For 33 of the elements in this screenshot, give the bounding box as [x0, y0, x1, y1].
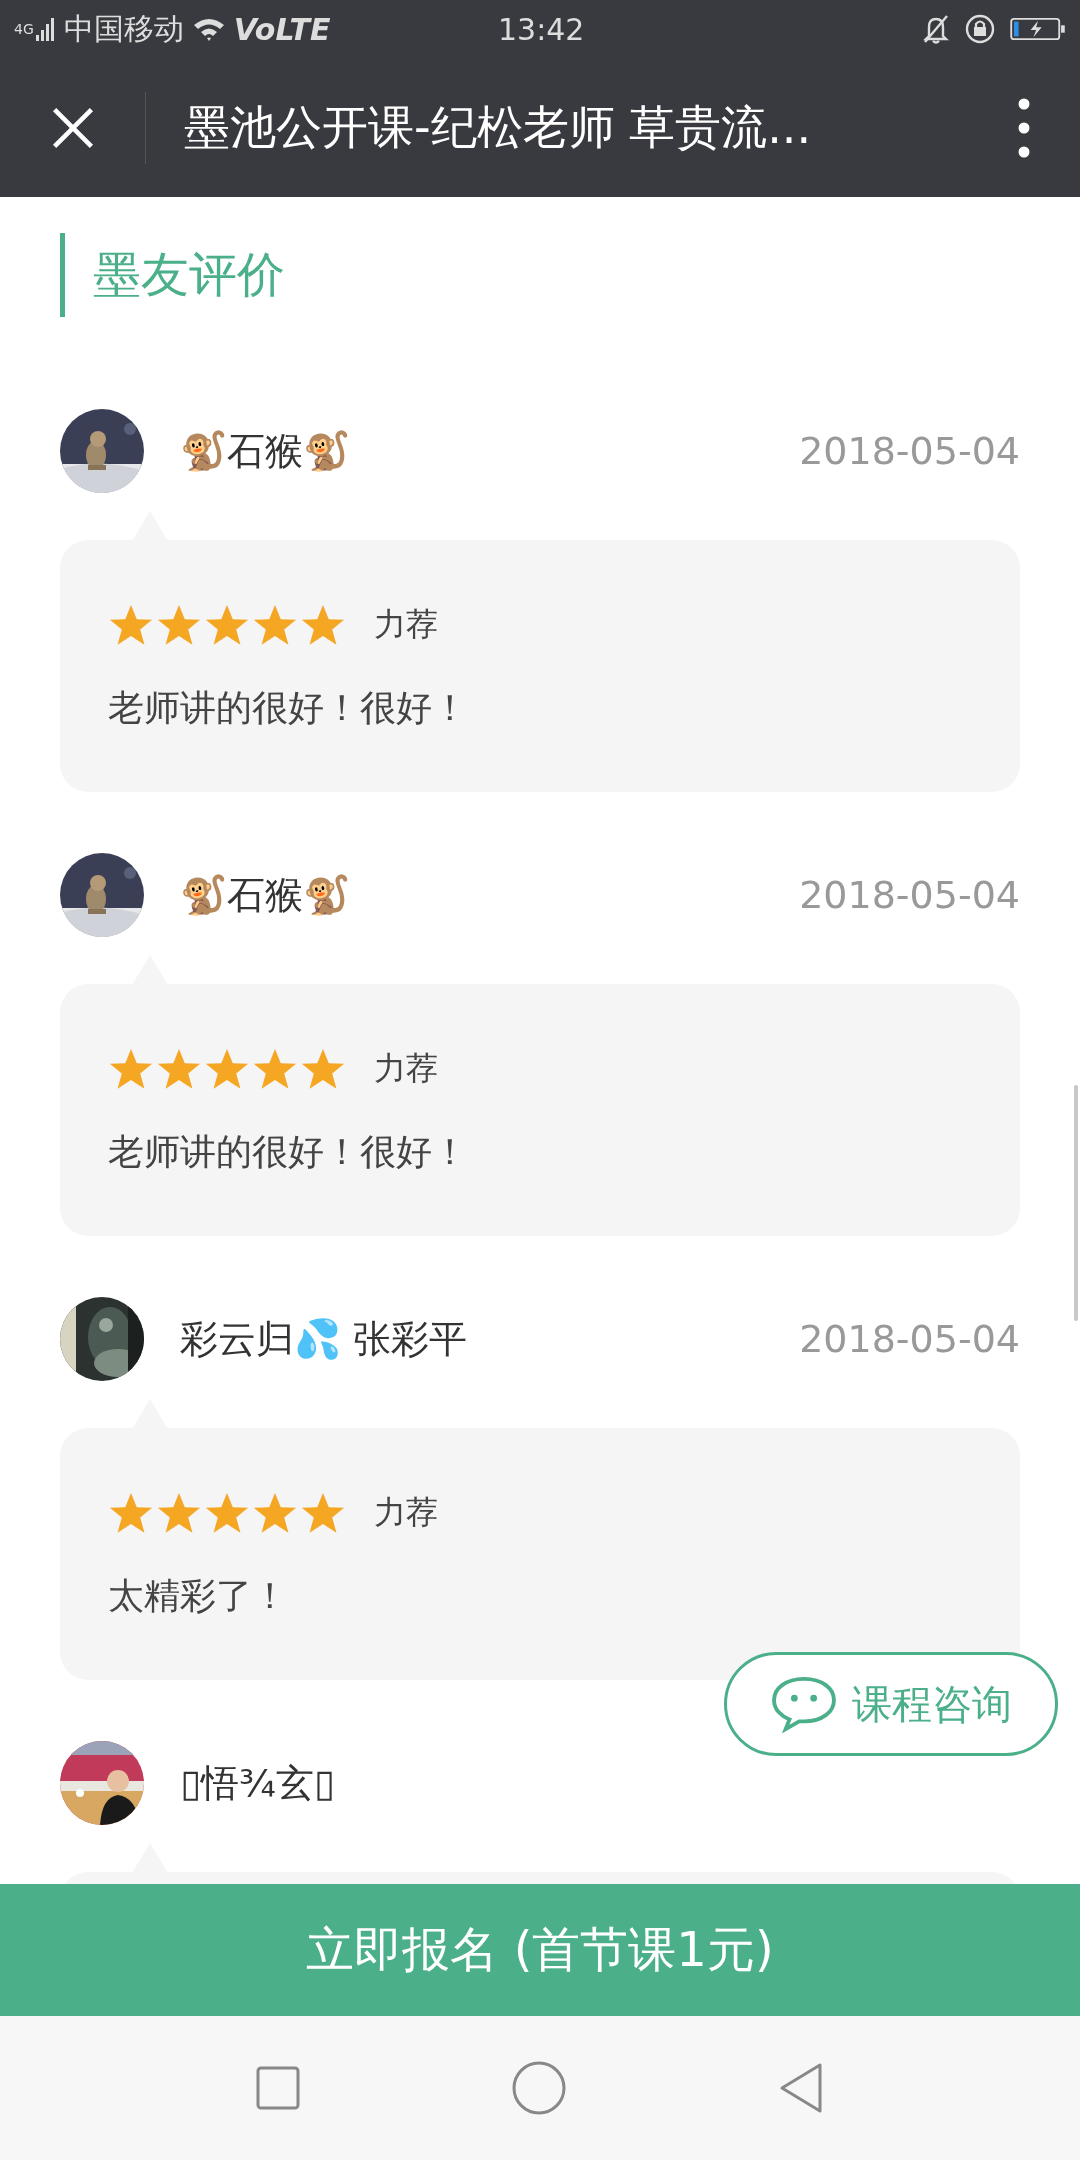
page-title: 墨池公开课-纪松老师 草贵流... [184, 98, 813, 156]
status-time: 13:42 [498, 11, 585, 47]
bell-off-icon [922, 14, 950, 44]
battery-icon [1010, 17, 1066, 41]
review-text: 老师讲的很好！很好！ [108, 1130, 469, 1174]
rating-label: 力荐 [374, 1492, 438, 1533]
signal-icon [35, 17, 56, 41]
network-type: 4G [14, 20, 34, 37]
home-button[interactable] [512, 2061, 566, 2115]
review-date: 2018-05-04 [799, 1317, 1020, 1361]
user-name: 彩云归💦 张彩平 [180, 1315, 469, 1363]
section-title: 墨友评价 [93, 245, 285, 304]
chat-bubble-icon [770, 1675, 838, 1733]
user-name: 🐒石猴🐒 [180, 871, 351, 919]
square-icon [256, 2066, 300, 2110]
review-text: 老师讲的很好！很好！ [108, 686, 469, 730]
recents-button[interactable] [256, 2066, 300, 2110]
rating-label: 力荐 [374, 604, 438, 645]
rating-label: 力荐 [374, 1048, 438, 1089]
back-button[interactable] [778, 2062, 824, 2114]
triangle-icon [778, 2062, 824, 2114]
user-name: ▯悟¾玄▯ [180, 1759, 336, 1807]
review-date: 2018-05-04 [799, 873, 1020, 917]
consult-button[interactable]: 课程咨询 [724, 1652, 1058, 1756]
review-date: 2018-05-04 [799, 429, 1020, 473]
user-name: 🐒石猴🐒 [180, 427, 351, 475]
volte-label: VoLTE [233, 11, 331, 47]
circle-icon [512, 2061, 566, 2115]
more-icon [1018, 97, 1030, 158]
enroll-button[interactable]: 立即报名 (首节课1元) [0, 1884, 1080, 2016]
carrier-name: 中国移动 [63, 9, 184, 48]
review-text: 太精彩了！ [108, 1574, 289, 1618]
rotation-lock-icon [964, 13, 996, 45]
